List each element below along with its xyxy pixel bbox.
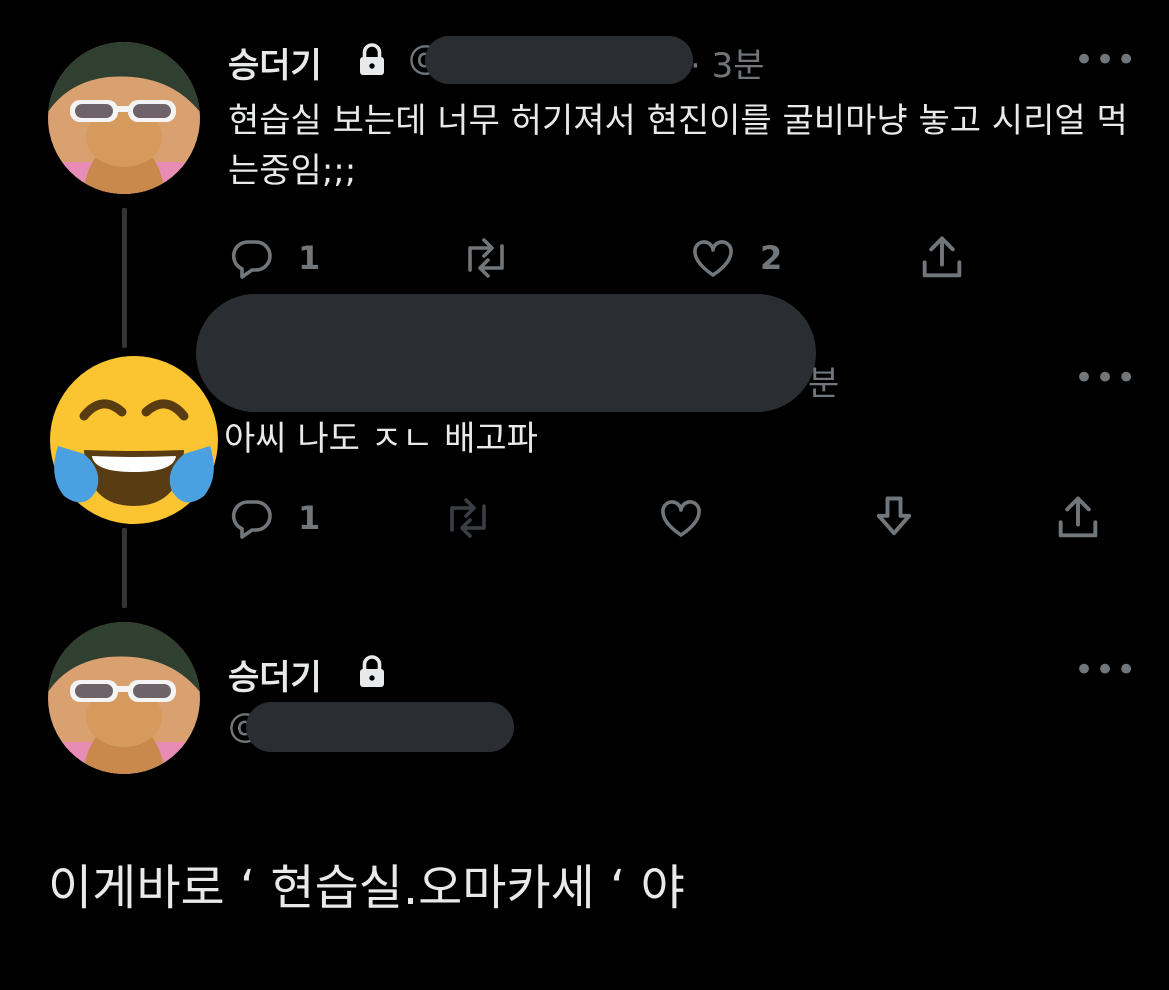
retweet-button[interactable] bbox=[460, 234, 512, 282]
tweet-text: 현습실 보는데 너무 허기져서 현진이를 굴비마냥 놓고 시리얼 먹는중임;;; bbox=[228, 101, 1128, 191]
reply-count: 1 bbox=[298, 239, 321, 277]
display-name[interactable]: 승더기 bbox=[228, 650, 322, 699]
share-button[interactable] bbox=[916, 232, 968, 284]
download-icon bbox=[876, 496, 912, 536]
like-icon bbox=[693, 240, 733, 277]
tweet-text: 아씨 나도 ㅈㄴ 배고파 bbox=[224, 419, 538, 459]
retweet-icon bbox=[450, 498, 486, 538]
thread-line bbox=[122, 528, 127, 608]
share-button[interactable] bbox=[1052, 492, 1104, 544]
like-button[interactable] bbox=[656, 494, 706, 542]
tweet-text: 이게바로 ‘ 현습실.오마카세 ‘ 야 bbox=[48, 860, 685, 916]
more-icon[interactable]: ••• bbox=[1074, 358, 1137, 398]
like-count: 2 bbox=[760, 239, 783, 277]
like-icon bbox=[661, 500, 701, 537]
emoji-avatar[interactable] bbox=[44, 346, 224, 526]
share-icon bbox=[1058, 496, 1098, 538]
redacted-user-info bbox=[196, 294, 816, 412]
redacted-handle bbox=[425, 36, 693, 84]
download-button[interactable] bbox=[868, 492, 920, 544]
tweet-time[interactable]: · 3분 bbox=[690, 38, 765, 87]
reply-button[interactable]: 1 bbox=[228, 234, 320, 282]
redacted-handle bbox=[246, 702, 514, 752]
reply-icon bbox=[231, 240, 272, 279]
avatar[interactable] bbox=[48, 622, 200, 774]
avatar[interactable] bbox=[48, 42, 200, 194]
display-name[interactable]: 승더기 bbox=[228, 38, 322, 87]
lock-icon bbox=[354, 42, 390, 82]
thread-line bbox=[122, 208, 127, 348]
reply-count: 1 bbox=[298, 499, 321, 537]
tweet-time[interactable]: 분 bbox=[808, 356, 839, 405]
retweet-icon bbox=[468, 238, 504, 278]
lock-icon bbox=[354, 654, 390, 694]
share-icon bbox=[922, 236, 962, 278]
reply-button[interactable]: 1 bbox=[228, 494, 320, 542]
like-button[interactable]: 2 bbox=[688, 234, 782, 282]
retweet-button[interactable] bbox=[442, 494, 494, 542]
more-icon[interactable]: ••• bbox=[1074, 650, 1137, 690]
more-icon[interactable]: ••• bbox=[1074, 40, 1137, 80]
reply-icon bbox=[231, 500, 272, 539]
